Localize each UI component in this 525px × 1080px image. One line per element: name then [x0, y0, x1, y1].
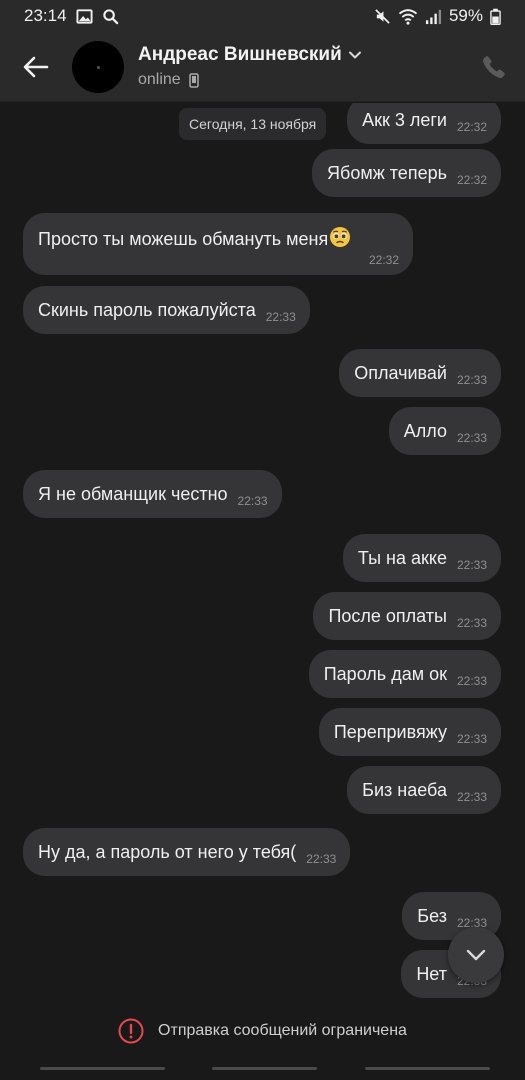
- message-text: Нет: [416, 963, 447, 984]
- message-bubble[interactable]: Биз наеба 22:33: [347, 766, 501, 814]
- battery-percent: 59%: [448, 6, 483, 25]
- message-bubble[interactable]: Оплачивай 22:33: [339, 349, 501, 397]
- avatar[interactable]: [72, 40, 124, 93]
- message-text: Скинь пароль пожалуйста: [38, 299, 256, 320]
- restriction-text: Отправка сообщений ограничена: [158, 1021, 407, 1039]
- mobile-device-icon: [188, 72, 199, 88]
- exclamation-circle-icon: [118, 1018, 144, 1043]
- message-text: Без: [417, 905, 447, 926]
- message-text: Я не обманщик честно: [38, 483, 228, 504]
- peer-name: Андреас Вишневский: [138, 44, 342, 65]
- status-bar: 23:14 59%: [0, 0, 525, 32]
- battery-icon: [490, 8, 501, 25]
- chevron-down-icon: [466, 949, 486, 961]
- wifi-icon: [398, 8, 418, 25]
- message-time: 22:32: [456, 173, 487, 187]
- chat-header: Андреас Вишневский online: [0, 32, 525, 102]
- nav-home-handle[interactable]: [212, 1067, 317, 1070]
- message-time: 22:33: [306, 852, 337, 866]
- nav-recents-handle[interactable]: [365, 1067, 490, 1070]
- message-text: После оплаты: [328, 605, 447, 626]
- search-icon: [102, 8, 118, 24]
- messaging-restricted-notice: Отправка сообщений ограничена: [0, 1003, 525, 1058]
- message-text: Просто ты можешь обмануть меня: [38, 229, 329, 249]
- arrow-left-icon: [23, 56, 49, 77]
- message-text: Оплачивай: [354, 362, 447, 383]
- message-text: Акк 3 леги: [362, 109, 447, 130]
- message-text: Ну да, а пароль от него у тебя(: [38, 841, 297, 862]
- message-bubble[interactable]: Акк 3 леги 22:32: [347, 103, 501, 144]
- chevron-down-icon: [348, 51, 361, 59]
- date-separator: Сегодня, 13 ноября: [179, 108, 327, 140]
- message-time: 22:32: [368, 253, 399, 267]
- message-time: 22:33: [456, 790, 487, 804]
- message-bubble[interactable]: Скинь пароль пожалуйста 22:33: [23, 286, 310, 334]
- message-text: Перепривяжу: [333, 721, 447, 742]
- message-time: 22:33: [456, 732, 487, 746]
- message-text: Ябомж теперь: [327, 162, 447, 183]
- message-time: 22:33: [456, 674, 487, 688]
- peer-info[interactable]: Андреас Вишневский online: [138, 44, 362, 89]
- message-bubble[interactable]: Пароль дам ок 22:33: [308, 650, 501, 698]
- system-nav-bar: [0, 1060, 525, 1080]
- status-time: 23:14: [24, 6, 67, 25]
- message-bubble[interactable]: Ябомж теперь 22:32: [312, 149, 501, 197]
- peer-status: online: [138, 71, 181, 88]
- scroll-to-bottom-button[interactable]: [448, 927, 504, 983]
- peer-name-row[interactable]: Андреас Вишневский: [138, 44, 362, 66]
- message-bubble[interactable]: После оплаты 22:33: [313, 592, 501, 640]
- message-text: Алло: [403, 420, 447, 441]
- message-time: 22:33: [456, 616, 487, 630]
- gallery-icon: [76, 8, 93, 24]
- message-time: 22:33: [456, 916, 487, 930]
- message-time: 22:33: [456, 558, 487, 572]
- message-bubble[interactable]: Просто ты можешь обмануть меня 22:32: [23, 213, 413, 275]
- phone-icon[interactable]: [481, 54, 507, 80]
- message-text: Биз наеба: [362, 779, 447, 800]
- chat-screen: 23:14 59% Андреас Вишневский online Сего…: [0, 0, 525, 1080]
- pleading-face-icon: [330, 227, 351, 247]
- message-bubble[interactable]: Я не обманщик честно 22:33: [23, 470, 282, 518]
- mute-icon: [375, 8, 390, 24]
- message-time: 22:33: [456, 373, 487, 387]
- message-bubble[interactable]: Ты на акке 22:33: [342, 534, 501, 582]
- message-time: 22:33: [237, 494, 268, 508]
- message-time: 22:33: [265, 310, 296, 324]
- message-text: Пароль дам ок: [323, 663, 447, 684]
- message-time: 22:32: [456, 120, 487, 134]
- message-text: Ты на акке: [357, 547, 447, 568]
- back-button[interactable]: [0, 32, 72, 102]
- nav-back-handle[interactable]: [40, 1067, 165, 1070]
- message-bubble[interactable]: Перепривяжу 22:33: [318, 708, 501, 756]
- message-bubble[interactable]: Ну да, а пароль от него у тебя( 22:33: [23, 828, 351, 876]
- message-time: 22:33: [456, 431, 487, 445]
- message-bubble[interactable]: Алло 22:33: [388, 407, 501, 455]
- message-list[interactable]: Сегодня, 13 ноября Акк 3 леги 22:32 Ябом…: [0, 103, 525, 998]
- signal-icon: [425, 9, 442, 24]
